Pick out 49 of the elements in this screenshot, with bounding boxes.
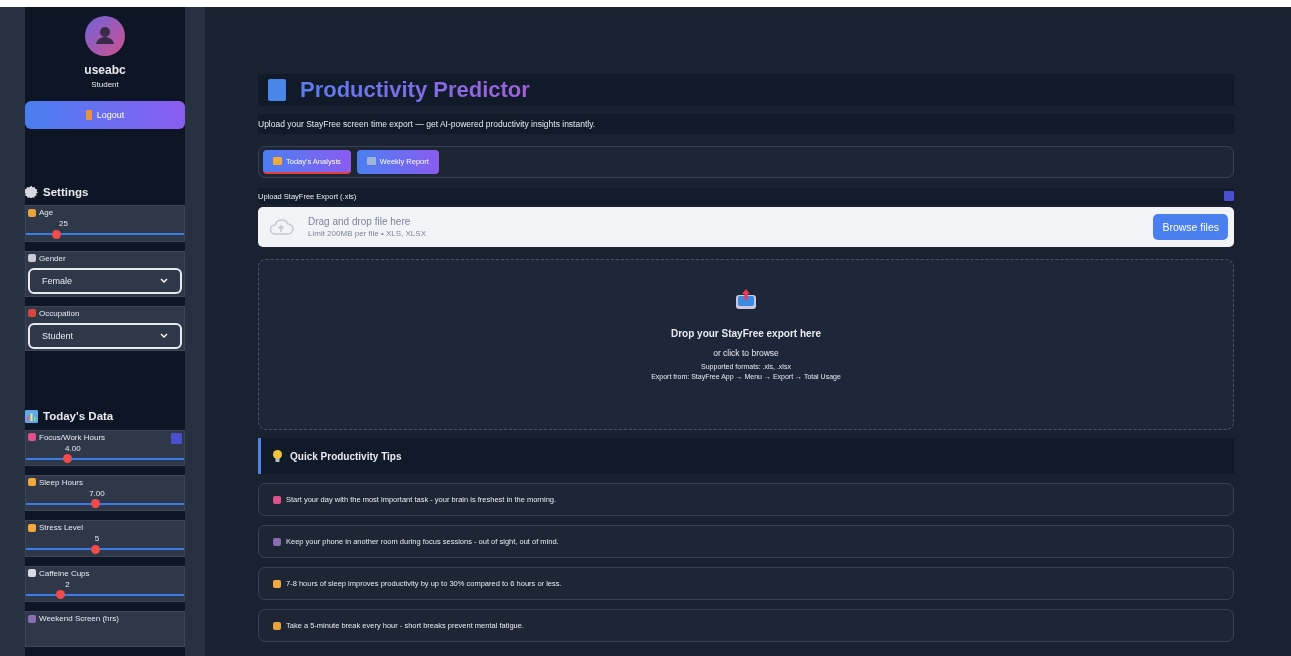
field-label: Caffeine Cups — [39, 568, 90, 578]
slider-thumb[interactable] — [51, 229, 61, 239]
slider-thumb[interactable] — [91, 499, 100, 509]
slider-thumb[interactable] — [91, 544, 100, 554]
section-title: Settings — [43, 185, 89, 198]
field-label: Gender — [39, 253, 66, 263]
field-label: Weekend Screen (hrs) — [39, 614, 119, 624]
user-name: useabc — [83, 63, 127, 77]
slider-track[interactable] — [26, 593, 184, 596]
slider-thumb[interactable] — [56, 590, 66, 600]
user-role: Student — [90, 80, 120, 89]
slider-value: 4.00 — [65, 443, 81, 453]
file-uploader[interactable]: Drag and drop file here Limit 200MB per file • XLS, XLSX Browse files — [258, 207, 1234, 247]
field-label: Sleep Hours — [39, 477, 84, 487]
slider-value: 25 — [59, 219, 68, 229]
upload-limit: Limit 200MB per file • XLS, XLSX — [308, 229, 427, 238]
lightbulb-icon — [273, 450, 282, 462]
slider-value: 2 — [65, 579, 70, 589]
slider-track[interactable] — [26, 457, 184, 460]
caret-icon — [160, 333, 168, 338]
page-subtitle: Upload your StayFree screen time export — get AI-powered productivity insights instantly. — [258, 114, 1234, 134]
logout-button[interactable]: Logout — [25, 101, 185, 130]
slider-track[interactable] — [26, 502, 184, 505]
bar-chart-icon — [25, 409, 38, 423]
upload-hint: Drag and drop file here — [308, 216, 412, 227]
drop-title: Drop your StayFree export here — [670, 328, 821, 339]
gear-icon — [25, 185, 38, 199]
section-title: Quick Productivity Tips — [290, 450, 402, 462]
field-label: Occupation — [39, 308, 80, 318]
slider-value: 7.00 — [89, 488, 105, 498]
slider-thumb[interactable] — [62, 454, 72, 464]
section-title: Today's Data — [43, 410, 114, 423]
field-label: Focus/Work Hours — [39, 432, 106, 442]
slider-track[interactable] — [26, 233, 184, 236]
avatar-icon — [85, 16, 125, 56]
book-icon — [268, 79, 286, 101]
select-dropdown[interactable]: Female — [28, 267, 182, 294]
field-label: Age — [39, 208, 54, 218]
help-icon[interactable] — [171, 432, 182, 444]
door-icon — [85, 110, 92, 121]
caret-icon — [160, 278, 168, 284]
inbox-upload-icon — [735, 288, 757, 310]
slider-track[interactable] — [26, 548, 184, 551]
slider-value: 5 — [94, 534, 100, 544]
cloud-upload-icon — [268, 218, 294, 236]
drop-subtitle: or click to browse — [713, 348, 779, 358]
browse-files-button[interactable]: Browse files — [1153, 214, 1228, 240]
select-dropdown[interactable]: Student — [28, 322, 182, 349]
field-label: Stress Level — [39, 523, 84, 533]
